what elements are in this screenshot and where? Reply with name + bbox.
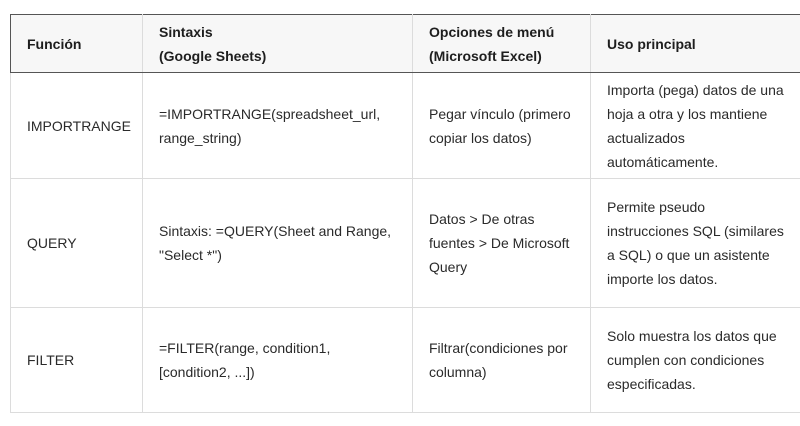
table-row: QUERY Sintaxis: =QUERY(Sheet and Range, … <box>10 178 800 308</box>
table-row: FILTER =FILTER(range, condition1, [condi… <box>10 307 800 413</box>
cell-opciones: Filtrar(condiciones por columna) <box>412 307 591 413</box>
cell-sintaxis: =FILTER(range, condition1, [condition2, … <box>142 307 413 413</box>
header-uso-principal: Uso principal <box>590 14 800 73</box>
cell-funcion: FILTER <box>10 307 143 413</box>
comparison-table: Función Sintaxis (Google Sheets) Opcione… <box>10 14 800 413</box>
cell-funcion: QUERY <box>10 178 143 308</box>
cell-opciones: Datos > De otras fuentes > De Microsoft … <box>412 178 591 308</box>
cell-uso: Permite pseudo instrucciones SQL (simila… <box>590 178 800 308</box>
cell-sintaxis: =IMPORTRANGE(spreadsheet_url, range_stri… <box>142 72 413 179</box>
table-header: Función Sintaxis (Google Sheets) Opcione… <box>10 14 800 73</box>
header-funcion: Función <box>10 14 143 73</box>
cell-opciones: Pegar vínculo (primero copiar los datos) <box>412 72 591 179</box>
header-opciones-menu: Opciones de menú (Microsoft Excel) <box>412 14 591 73</box>
cell-uso: Importa (pega) datos de una hoja a otra … <box>590 72 800 179</box>
header-row: Función Sintaxis (Google Sheets) Opcione… <box>10 14 800 73</box>
cell-funcion: IMPORTRANGE <box>10 72 143 179</box>
cell-sintaxis: Sintaxis: =QUERY(Sheet and Range, "Selec… <box>142 178 413 308</box>
table-body: IMPORTRANGE =IMPORTRANGE(spreadsheet_url… <box>10 72 800 413</box>
table-row: IMPORTRANGE =IMPORTRANGE(spreadsheet_url… <box>10 72 800 179</box>
header-sintaxis: Sintaxis (Google Sheets) <box>142 14 413 73</box>
cell-uso: Solo muestra los datos que cumplen con c… <box>590 307 800 413</box>
